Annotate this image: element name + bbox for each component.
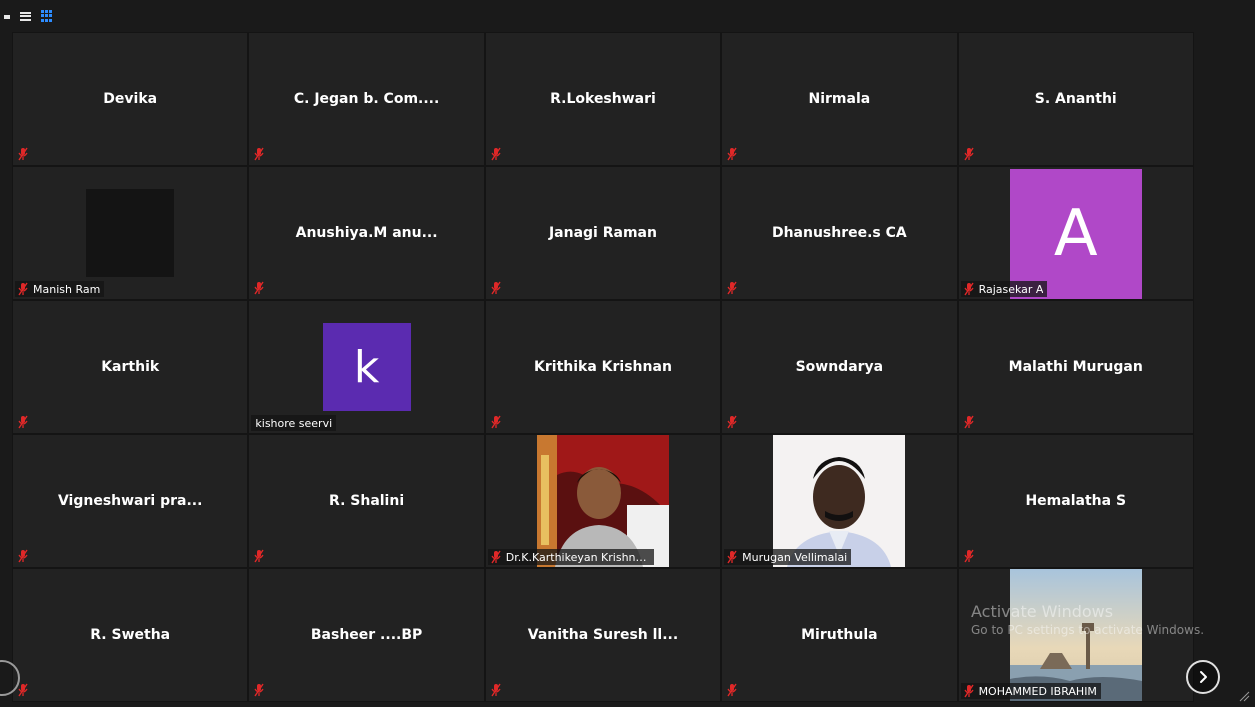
muted-mic-icon — [727, 683, 737, 697]
muted-mic-icon — [254, 683, 264, 697]
participant-tile[interactable]: Murugan Vellimalai — [721, 434, 958, 568]
muted-mic-icon — [18, 147, 28, 161]
participant-name: kishore seervi — [255, 416, 333, 430]
participant-name: Nirmala — [808, 91, 871, 107]
participant-tile[interactable]: Sowndarya — [721, 300, 958, 434]
participant-label: kishore seervi — [251, 415, 337, 431]
muted-mic-icon — [963, 549, 974, 563]
avatar-letter: k — [353, 341, 380, 393]
participant-name: Hemalatha S — [1025, 493, 1127, 509]
avatar-letter: A — [1053, 197, 1098, 271]
muted-mic-icon — [254, 147, 264, 161]
muted-mic-icon — [491, 281, 501, 295]
participant-label: MOHAMMED IBRAHIM — [960, 683, 1101, 699]
avatar: A — [1009, 169, 1142, 299]
participant-name: Devika — [103, 91, 158, 107]
participant-tile[interactable]: Vanitha Suresh ll... — [484, 568, 722, 702]
participant-name: Miruthula — [801, 627, 878, 643]
participant-tile[interactable]: Malathi Murugan — [957, 300, 1194, 434]
gallery-view-icon[interactable] — [41, 10, 53, 22]
avatar: k — [322, 323, 411, 411]
participant-name: Vigneshwari pra... — [57, 493, 203, 509]
participant-tile[interactable]: Dr.K.Karthikeyan Krishna... — [484, 434, 722, 568]
participant-name: R. Swetha — [90, 627, 171, 643]
muted-mic-icon — [491, 415, 501, 429]
muted-mic-icon — [727, 415, 737, 429]
muted-mic-icon — [18, 549, 28, 563]
participant-name: Malathi Murugan — [1008, 359, 1143, 375]
top-bar — [0, 0, 1255, 32]
participant-name: Karthik — [101, 359, 160, 375]
video-feed — [536, 435, 669, 567]
muted-mic-icon — [491, 550, 501, 564]
participant-name: Sowndarya — [795, 359, 884, 375]
participant-tile[interactable]: C. Jegan b. Com.... — [248, 32, 485, 166]
muted-mic-icon — [254, 281, 264, 295]
participant-tile[interactable]: Karthik — [12, 300, 249, 434]
speaker-view-icon[interactable] — [20, 11, 31, 21]
participant-tile[interactable]: Anushiya.M anu... — [248, 166, 485, 300]
participant-tile[interactable]: Devika — [12, 32, 249, 166]
participant-tile[interactable]: Manish Ram — [12, 166, 249, 300]
next-page-button[interactable] — [1186, 660, 1220, 694]
muted-mic-icon — [491, 683, 501, 697]
participant-name: R.Lokeshwari — [550, 91, 656, 107]
participant-name: Anushiya.M anu... — [295, 225, 438, 241]
participant-name: Dhanushree.s CA — [771, 225, 907, 241]
muted-mic-icon — [727, 550, 737, 564]
minimize-icon[interactable] — [4, 15, 10, 19]
muted-mic-icon — [963, 684, 974, 698]
chevron-right-icon — [1200, 671, 1207, 683]
muted-mic-icon — [18, 683, 28, 697]
participant-label: Murugan Vellimalai — [724, 549, 852, 565]
video-feed — [773, 435, 906, 567]
participant-name: Murugan Vellimalai — [742, 550, 848, 564]
muted-mic-icon — [18, 282, 28, 296]
resize-grip-icon[interactable] — [1238, 690, 1250, 702]
participant-name: R. Shalini — [329, 493, 405, 509]
participant-name: C. Jegan b. Com.... — [293, 91, 440, 107]
watermark-subtitle: Go to PC settings to activate Windows. — [971, 623, 1205, 637]
participant-tile[interactable]: Basheer ....BP — [248, 568, 485, 702]
muted-mic-icon — [491, 147, 501, 161]
participant-label: Manish Ram — [15, 281, 105, 297]
participant-tile[interactable]: Dhanushree.s CA — [721, 166, 958, 300]
participant-tile[interactable]: Nirmala — [721, 32, 958, 166]
participant-label: Rajasekar A — [960, 281, 1048, 297]
participant-tile[interactable]: Janagi Raman — [484, 166, 722, 300]
activate-windows-watermark: Activate Windows Go to PC settings to ac… — [971, 602, 1204, 637]
muted-mic-icon — [963, 282, 974, 296]
muted-mic-icon — [18, 415, 28, 429]
watermark-title: Activate Windows — [971, 602, 1114, 621]
participant-tile[interactable]: R. Shalini — [248, 434, 485, 568]
muted-mic-icon — [963, 147, 974, 161]
participant-name: S. Ananthi — [1034, 91, 1117, 107]
participant-tile[interactable]: R. Swetha — [12, 568, 249, 702]
participant-tile[interactable]: Vigneshwari pra... — [12, 434, 249, 568]
participant-tile[interactable]: Krithika Krishnan — [484, 300, 722, 434]
participant-name: Basheer ....BP — [310, 627, 423, 643]
participant-tile[interactable]: A Rajasekar A — [957, 166, 1194, 300]
muted-mic-icon — [727, 147, 737, 161]
participant-name: Manish Ram — [33, 282, 101, 296]
video-feed-off — [86, 189, 175, 277]
participant-name: Vanitha Suresh ll... — [527, 627, 679, 643]
participant-tile[interactable]: k kishore seervi — [248, 300, 485, 434]
participant-name: Dr.K.Karthikeyan Krishna... — [505, 550, 650, 564]
muted-mic-icon — [963, 415, 974, 429]
participant-name: Rajasekar A — [978, 282, 1044, 296]
participant-tile[interactable]: R.Lokeshwari — [484, 32, 722, 166]
participant-name: MOHAMMED IBRAHIM — [978, 684, 1097, 698]
participant-name: Janagi Raman — [548, 225, 657, 241]
participant-tile[interactable]: Hemalatha S — [957, 434, 1194, 568]
participant-tile[interactable]: S. Ananthi — [957, 32, 1194, 166]
participant-name: Krithika Krishnan — [534, 359, 672, 375]
muted-mic-icon — [727, 281, 737, 295]
muted-mic-icon — [254, 549, 264, 563]
participant-tile[interactable]: Miruthula — [721, 568, 958, 702]
view-controls — [4, 9, 53, 23]
participant-label: Dr.K.Karthikeyan Krishna... — [487, 549, 654, 565]
